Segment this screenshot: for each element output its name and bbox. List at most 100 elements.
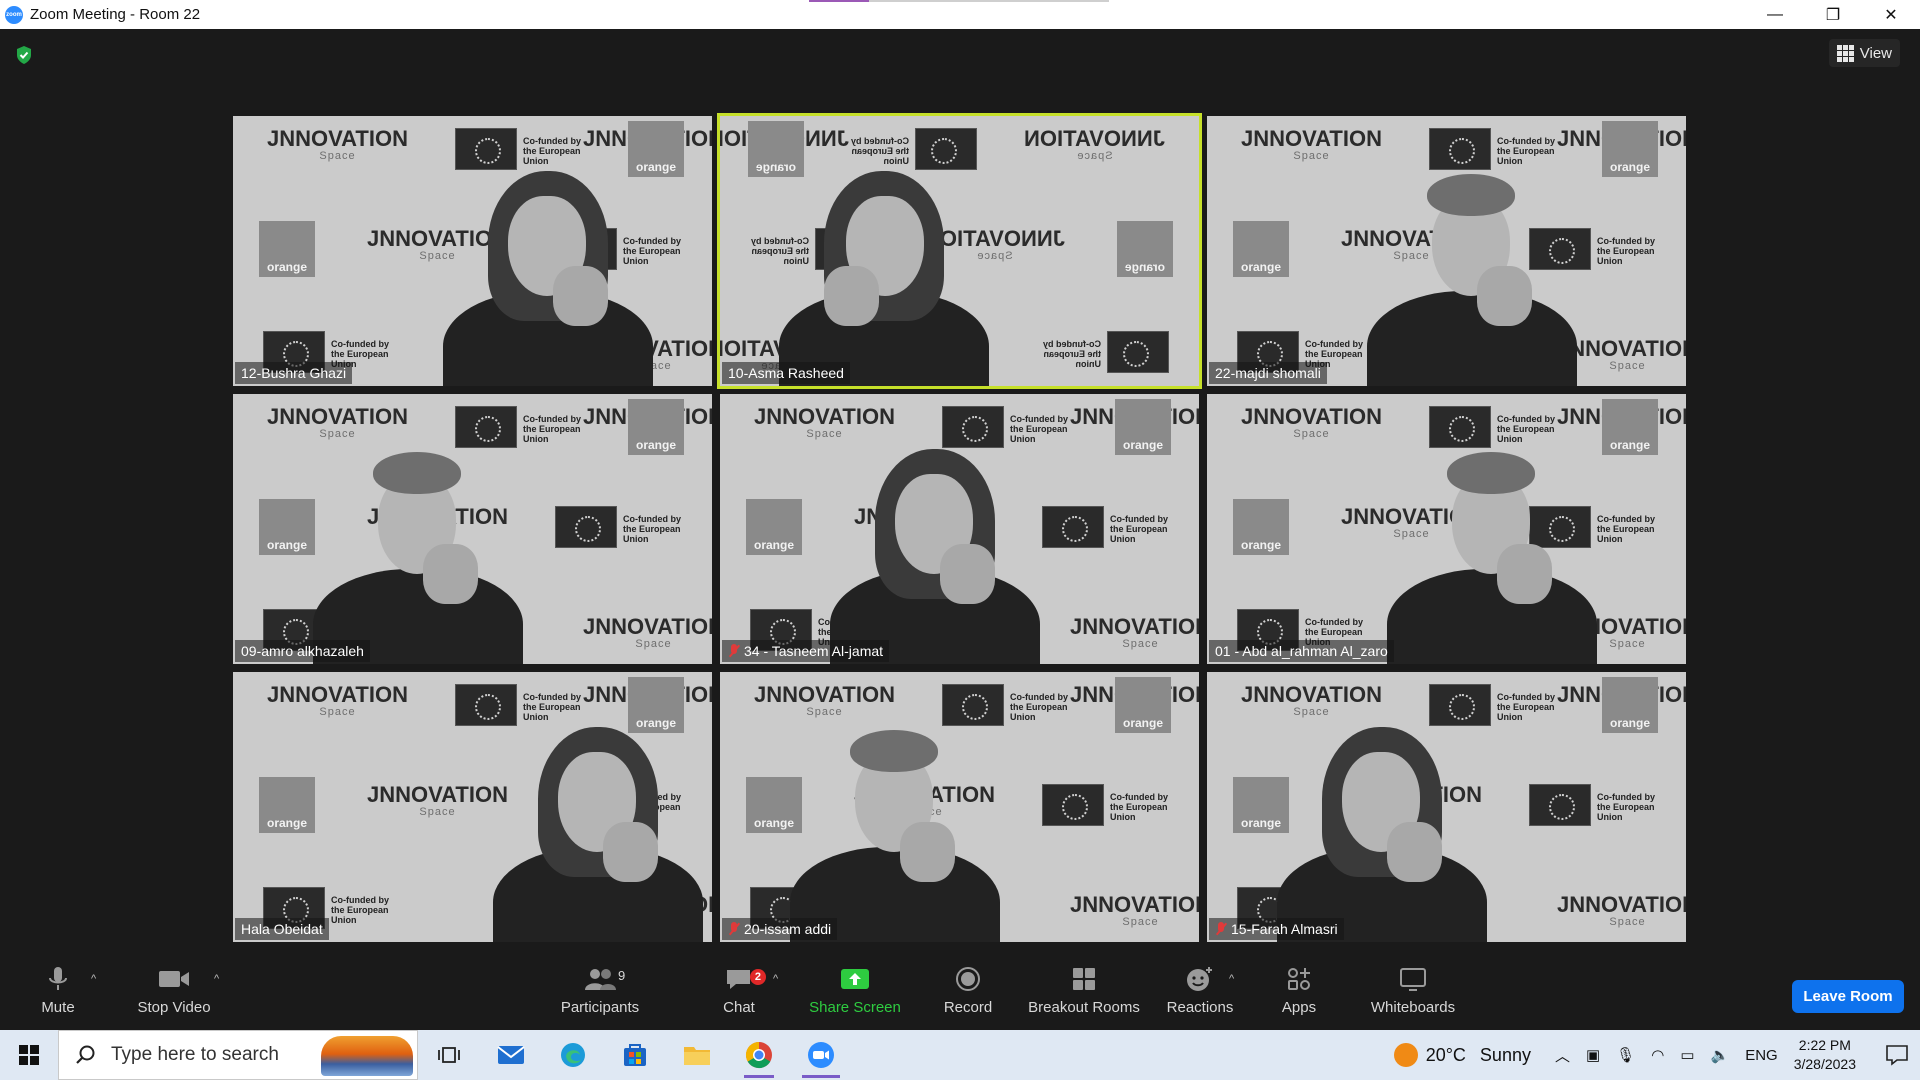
video-grid: JNNOVATIONSpace JNNOVATIONSpace JNNOVATION… xyxy=(233,113,1689,942)
orange-logo: orange xyxy=(1233,221,1289,277)
eu-cofunded-text: Co-funded by the European Union xyxy=(1110,792,1168,822)
eu-cofunded-text: Co-funded by the European Union xyxy=(751,236,809,266)
mute-label: Mute xyxy=(41,999,75,1016)
eu-flag-logo xyxy=(1529,506,1591,548)
person-hair xyxy=(373,452,461,494)
participant-video-tile[interactable]: JNNOVATIONSpaceJNNOVATIONSpaceJNNOVATION… xyxy=(720,394,1199,664)
show-hidden-icons-chevron-icon[interactable]: ︿ xyxy=(1555,1045,1570,1066)
sun-icon xyxy=(1393,1043,1418,1067)
eu-flag-logo xyxy=(455,684,517,726)
apps-label: Apps xyxy=(1281,999,1317,1016)
meet-now-icon[interactable]: ▣ xyxy=(1586,1046,1600,1064)
battery-icon[interactable]: ▭ xyxy=(1680,1046,1694,1064)
muted-microphone-icon xyxy=(728,922,740,936)
participant-video-tile[interactable]: JNNOVATIONSpaceJNNOVATIONSpaceJNNOVATION… xyxy=(1207,116,1686,386)
chat-button[interactable]: 2 Chat xyxy=(719,961,766,1030)
innovation-space-logo: JNNOVATIONSpace xyxy=(754,404,895,440)
participant-name-label: 10-Asma Rasheed xyxy=(722,362,850,384)
restore-button[interactable]: ❐ xyxy=(1804,0,1862,29)
network-wifi-icon[interactable]: ◠ xyxy=(1651,1046,1664,1064)
store-icon xyxy=(624,1044,646,1066)
view-label: View xyxy=(1859,44,1892,62)
leave-room-button[interactable]: Leave Room xyxy=(1792,980,1904,1013)
shield-check-icon[interactable] xyxy=(15,45,33,65)
participants-count: 9 xyxy=(618,968,626,983)
eu-cofunded-text: Co-funded by the European Union xyxy=(851,136,909,166)
participant-name-label: 34 - Tasneem Al-jamat xyxy=(722,640,890,662)
close-button[interactable]: ✕ xyxy=(1862,0,1920,29)
search-icon xyxy=(76,1045,95,1064)
taskbar-zoom[interactable] xyxy=(790,1030,852,1080)
taskbar-edge[interactable] xyxy=(542,1030,604,1080)
participant-name-label: 22-majdi shomali xyxy=(1209,362,1327,384)
eu-flag-logo xyxy=(942,406,1004,448)
task-view-button[interactable] xyxy=(418,1030,480,1080)
eu-cofunded-text: Co-funded by the European Union xyxy=(1597,236,1655,266)
zoom-app-icon: zoom xyxy=(5,5,23,24)
view-button[interactable]: View xyxy=(1828,39,1900,67)
breakout-rooms-label: Breakout Rooms xyxy=(1028,999,1140,1016)
eu-cofunded-text: Co-funded by the European Union xyxy=(1497,692,1555,722)
taskbar-clock[interactable]: 2:22 PM 3/28/2023 xyxy=(1794,1036,1856,1074)
participant-name: 01 - Abd al_rahman Al_zaro xyxy=(1215,643,1388,659)
notifications-button[interactable] xyxy=(1874,1044,1920,1066)
orange-logo: orange xyxy=(628,677,684,733)
audio-options-caret-icon[interactable]: ^ xyxy=(91,973,96,985)
weather-widget[interactable]: 20°C Sunny xyxy=(1393,1043,1531,1067)
whiteboards-button[interactable]: Whiteboards xyxy=(1367,961,1459,1030)
taskbar-store[interactable] xyxy=(604,1030,666,1080)
video-camera-icon xyxy=(159,971,189,987)
taskbar-mail[interactable] xyxy=(480,1030,542,1080)
microphone-in-use-icon[interactable]: 🎙 xyxy=(1616,1046,1635,1064)
participant-video-tile[interactable]: JNNOVATIONSpaceJNNOVATIONSpaceJNNOVATION… xyxy=(233,672,712,942)
apps-button[interactable]: Apps xyxy=(1279,961,1319,1030)
participant-name: 22-majdi shomali xyxy=(1215,365,1321,381)
eu-flag-logo xyxy=(555,506,617,548)
eu-cofunded-text: Co-funded by the European Union xyxy=(1597,514,1655,544)
clock-date: 3/28/2023 xyxy=(1793,1056,1856,1072)
reactions-smiley-icon xyxy=(1187,967,1212,991)
participant-video-tile[interactable]: JNNOVATIONSpaceJNNOVATIONSpaceJNNOVATION… xyxy=(1207,394,1686,664)
stop-video-button[interactable]: Stop Video xyxy=(134,961,214,1030)
chat-options-caret-icon[interactable]: ^ xyxy=(773,973,778,985)
titlebar-divider xyxy=(869,0,1109,2)
taskbar-chrome[interactable] xyxy=(728,1030,790,1080)
person-body xyxy=(1367,291,1577,386)
participants-button[interactable]: 9 Participants xyxy=(558,961,642,1030)
reactions-options-caret-icon[interactable]: ^ xyxy=(1229,973,1234,985)
orange-logo: orange xyxy=(746,499,802,555)
reactions-label: Reactions xyxy=(1166,999,1234,1016)
share-screen-button[interactable]: Share Screen xyxy=(807,961,903,1030)
breakout-rooms-button[interactable]: Breakout Rooms xyxy=(1027,961,1141,1030)
orange-logo: orange xyxy=(1233,499,1289,555)
orange-logo: orange xyxy=(1115,399,1171,455)
mute-button[interactable]: Mute xyxy=(36,961,80,1030)
taskbar-search[interactable]: Type here to search xyxy=(58,1030,418,1080)
person-hand xyxy=(1477,266,1532,326)
start-button[interactable] xyxy=(0,1030,58,1080)
eu-flag-logo xyxy=(1107,331,1169,373)
innovation-space-sub: Space xyxy=(976,250,1013,262)
clock-time: 2:22 PM xyxy=(1798,1037,1851,1053)
video-options-caret-icon[interactable]: ^ xyxy=(214,973,219,985)
participant-video-tile[interactable]: JNNOVATIONSpaceJNNOVATIONSpaceJNNOVATION… xyxy=(233,394,712,664)
whiteboard-icon xyxy=(1400,968,1426,991)
eu-flag-logo xyxy=(455,128,517,170)
eu-cofunded-text: Co-funded by the European Union xyxy=(523,136,581,166)
participant-video-tile[interactable]: JNNOVATIONSpaceJNNOVATIONSpaceJNNOVATION… xyxy=(1207,672,1686,942)
participant-video-tile[interactable]: JNNOVATIONSpaceJNNOVATIONSpaceJNNOVATION… xyxy=(720,672,1199,942)
participant-video-tile[interactable]: JNNOVATIONSpaceJNNOVATIONSpaceJNNOVATION… xyxy=(717,113,1202,389)
minimize-button[interactable]: — xyxy=(1746,0,1804,29)
record-button[interactable]: Record xyxy=(943,961,993,1030)
volume-icon[interactable]: 🔈 xyxy=(1711,1046,1730,1064)
whiteboards-label: Whiteboards xyxy=(1370,999,1456,1016)
innovation-space-sub: Space xyxy=(1122,638,1159,650)
eu-flag-logo xyxy=(1529,784,1591,826)
participant-video-tile[interactable]: JNNOVATIONSpaceJNNOVATIONSpaceJNNOVATION… xyxy=(233,116,712,386)
taskbar-file-explorer[interactable] xyxy=(666,1030,728,1080)
reactions-button[interactable]: Reactions xyxy=(1166,961,1234,1030)
chrome-icon xyxy=(745,1041,772,1069)
innovation-space-sub: Space xyxy=(806,706,843,718)
innovation-space-logo: JNNOVATIONSpace xyxy=(1070,892,1199,928)
language-indicator[interactable]: ENG xyxy=(1745,1047,1778,1064)
